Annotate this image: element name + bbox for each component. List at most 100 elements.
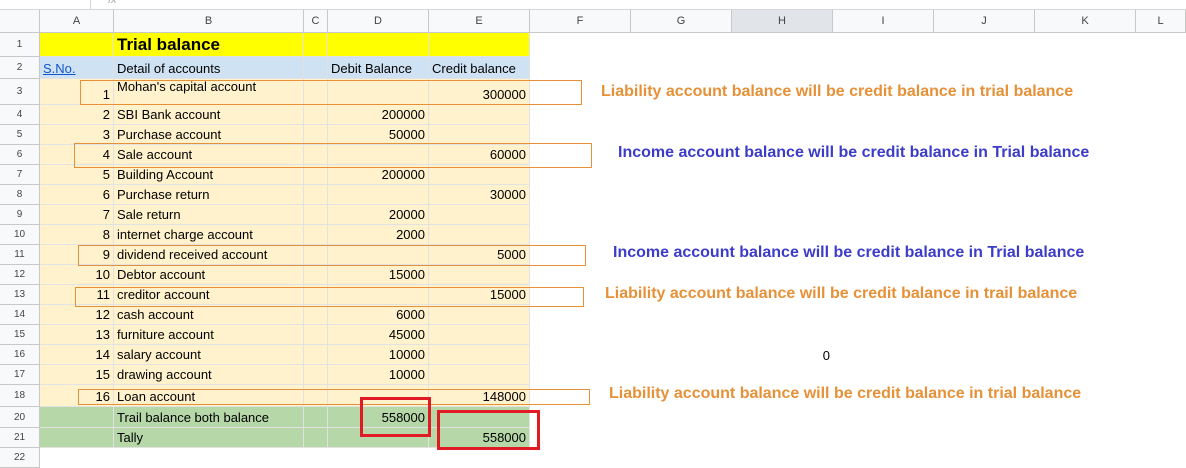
row-header[interactable]: 10 <box>0 225 40 245</box>
account-name-cell[interactable]: drawing account <box>114 365 304 385</box>
row-header[interactable]: 8 <box>0 185 40 205</box>
header-detail[interactable]: Detail of accounts <box>114 57 304 79</box>
column-header-e[interactable]: E <box>429 10 530 33</box>
cell[interactable] <box>304 185 328 205</box>
header-credit[interactable]: Credit balance <box>429 57 530 79</box>
account-name-cell[interactable]: Building Account <box>114 165 304 185</box>
cell[interactable] <box>40 33 114 57</box>
cell[interactable] <box>304 57 328 79</box>
sheet-title[interactable]: Trial balance <box>114 33 304 57</box>
cell[interactable] <box>328 33 429 57</box>
account-name-cell[interactable]: Purchase account <box>114 125 304 145</box>
sno-cell[interactable]: 12 <box>40 305 114 325</box>
debit-cell[interactable]: 6000 <box>328 305 429 325</box>
column-header-d[interactable]: D <box>328 10 429 33</box>
row-header[interactable]: 3 <box>0 79 40 105</box>
credit-cell[interactable] <box>429 365 530 385</box>
account-name-cell[interactable]: furniture account <box>114 325 304 345</box>
credit-cell[interactable] <box>429 225 530 245</box>
column-header-c[interactable]: C <box>304 10 328 33</box>
cell[interactable] <box>429 33 530 57</box>
credit-cell[interactable] <box>429 325 530 345</box>
sno-cell[interactable]: 2 <box>40 105 114 125</box>
account-name-cell[interactable]: Purchase return <box>114 185 304 205</box>
debit-cell[interactable]: 10000 <box>328 365 429 385</box>
sno-cell[interactable]: 10 <box>40 265 114 285</box>
row-header[interactable]: 18 <box>0 385 40 407</box>
row-header[interactable]: 4 <box>0 105 40 125</box>
column-header-g[interactable]: G <box>631 10 732 33</box>
debit-cell[interactable]: 45000 <box>328 325 429 345</box>
sno-cell[interactable]: 15 <box>40 365 114 385</box>
column-header-k[interactable]: K <box>1035 10 1136 33</box>
total-label[interactable]: Trail balance both balance <box>114 407 304 428</box>
credit-cell[interactable] <box>429 305 530 325</box>
row-header[interactable]: 6 <box>0 145 40 165</box>
account-name-cell[interactable]: Debtor account <box>114 265 304 285</box>
column-header-h[interactable]: H <box>732 10 833 33</box>
debit-cell[interactable]: 15000 <box>328 265 429 285</box>
sno-cell[interactable]: 6 <box>40 185 114 205</box>
column-header-j[interactable]: J <box>934 10 1035 33</box>
row-header[interactable]: 2 <box>0 57 40 79</box>
row-header[interactable]: 14 <box>0 305 40 325</box>
column-header-b[interactable]: B <box>114 10 304 33</box>
credit-cell[interactable] <box>429 125 530 145</box>
cell-h16[interactable]: 0 <box>732 345 833 365</box>
cell[interactable] <box>304 33 328 57</box>
debit-cell[interactable]: 200000 <box>328 105 429 125</box>
credit-cell[interactable] <box>429 165 530 185</box>
sno-cell[interactable]: 14 <box>40 345 114 365</box>
tally-label[interactable]: Tally <box>114 428 304 448</box>
account-name-cell[interactable]: Sale return <box>114 205 304 225</box>
account-name-cell[interactable]: SBI Bank account <box>114 105 304 125</box>
cell[interactable] <box>304 325 328 345</box>
cell[interactable] <box>304 125 328 145</box>
row-header[interactable]: 16 <box>0 345 40 365</box>
cell[interactable] <box>304 305 328 325</box>
sno-cell[interactable]: 3 <box>40 125 114 145</box>
name-box[interactable] <box>0 0 91 9</box>
cell[interactable] <box>40 407 114 428</box>
header-debit[interactable]: Debit Balance <box>328 57 429 79</box>
cell[interactable] <box>304 265 328 285</box>
cell[interactable] <box>304 225 328 245</box>
row-header[interactable]: 13 <box>0 285 40 305</box>
account-name-cell[interactable]: cash account <box>114 305 304 325</box>
cell[interactable] <box>304 165 328 185</box>
row-header[interactable]: 21 <box>0 428 40 448</box>
debit-cell[interactable]: 50000 <box>328 125 429 145</box>
column-header-a[interactable]: A <box>40 10 114 33</box>
credit-cell[interactable] <box>429 265 530 285</box>
credit-cell[interactable]: 30000 <box>429 185 530 205</box>
cell[interactable] <box>304 365 328 385</box>
debit-cell[interactable]: 200000 <box>328 165 429 185</box>
column-header-f[interactable]: F <box>530 10 631 33</box>
row-header[interactable]: 12 <box>0 265 40 285</box>
row-header[interactable]: 22 <box>0 448 40 468</box>
cell[interactable] <box>304 345 328 365</box>
credit-cell[interactable] <box>429 105 530 125</box>
row-header[interactable]: 15 <box>0 325 40 345</box>
row-header[interactable]: 20 <box>0 407 40 428</box>
credit-cell[interactable] <box>429 345 530 365</box>
account-name-cell[interactable]: salary account <box>114 345 304 365</box>
select-all-corner[interactable] <box>0 10 40 33</box>
sno-cell[interactable]: 8 <box>40 225 114 245</box>
row-header[interactable]: 9 <box>0 205 40 225</box>
cell[interactable] <box>40 428 114 448</box>
header-sno[interactable]: S.No. <box>40 57 114 79</box>
sno-cell[interactable]: 5 <box>40 165 114 185</box>
row-header[interactable]: 11 <box>0 245 40 265</box>
cell[interactable] <box>304 105 328 125</box>
column-header-l[interactable]: L <box>1136 10 1186 33</box>
row-header[interactable]: 5 <box>0 125 40 145</box>
row-header[interactable]: 1 <box>0 33 40 57</box>
cell[interactable] <box>304 428 328 448</box>
cell[interactable] <box>304 407 328 428</box>
sno-cell[interactable]: 7 <box>40 205 114 225</box>
sno-cell[interactable]: 13 <box>40 325 114 345</box>
row-header[interactable]: 17 <box>0 365 40 385</box>
credit-cell[interactable] <box>429 205 530 225</box>
cell[interactable] <box>304 205 328 225</box>
